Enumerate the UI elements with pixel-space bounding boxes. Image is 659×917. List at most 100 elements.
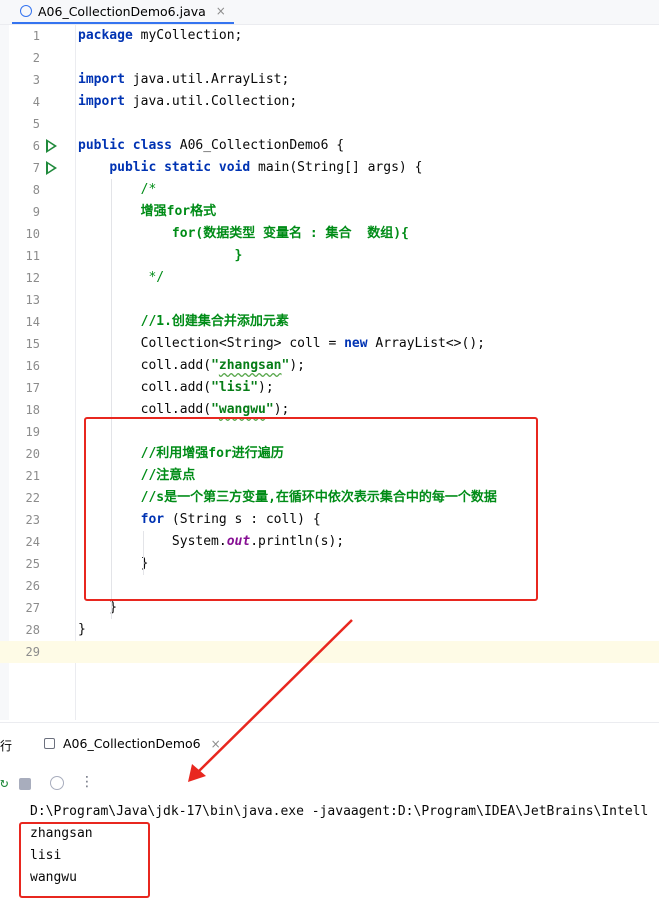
code-line[interactable]: 12 */ (0, 267, 659, 289)
code-line[interactable]: 3 import java.util.ArrayList; (0, 69, 659, 91)
line-number: 18 (25, 403, 40, 417)
editor-tab-bar: A06_CollectionDemo6.java × (0, 0, 659, 25)
code-line[interactable]: 6 public class A06_CollectionDemo6 { (0, 135, 659, 157)
code-line[interactable]: 1 package myCollection; (0, 25, 659, 47)
line-number: 3 (32, 73, 40, 87)
line-number: 25 (25, 557, 40, 571)
code-text: import java.util.Collection; (78, 91, 297, 113)
code-text: } (78, 619, 86, 641)
code-token: A06_CollectionDemo6 { (171, 138, 345, 153)
code-token: coll.add( (78, 358, 212, 373)
code-text: //1.创建集合并添加元素 (78, 311, 289, 333)
rerun-icon[interactable]: ↻ (0, 775, 8, 791)
line-number: 17 (25, 381, 40, 395)
line-number: 29 (25, 645, 40, 659)
code-line[interactable]: 11 } (0, 245, 659, 267)
code-text: coll.add("zhangsan"); (78, 355, 305, 377)
line-number: 1 (32, 29, 40, 43)
code-text: } (78, 245, 243, 267)
line-number: 11 (25, 249, 40, 263)
code-text: package myCollection; (78, 25, 242, 47)
code-token: import (78, 94, 125, 109)
code-token: //1.创建集合并添加元素 (140, 314, 289, 329)
line-number: 24 (25, 535, 40, 549)
line-number: 22 (25, 491, 40, 505)
code-line[interactable]: 8 /* (0, 179, 659, 201)
code-token: " (211, 358, 219, 373)
code-token: ); (289, 358, 305, 373)
code-token: 增强for格式 (140, 204, 217, 219)
line-number: 19 (25, 425, 40, 439)
code-line[interactable]: 29 (0, 641, 659, 663)
line-number: 12 (25, 271, 40, 285)
code-token: for(数据类型 变量名 : 集合 数组){ (171, 226, 409, 241)
code-line[interactable]: 28} (0, 619, 659, 641)
code-token: main(String[] args) { (250, 160, 423, 175)
close-icon[interactable]: × (211, 737, 221, 751)
code-token: ); (273, 402, 290, 417)
console-line: D:\Program\Java\jdk-17\bin\java.exe -jav… (30, 804, 649, 819)
run-panel-title: 运行 (0, 739, 13, 753)
run-gutter-icon[interactable] (46, 139, 57, 153)
highlight-box-code (84, 417, 538, 601)
code-text: Collection<String> coll = new ArrayList<… (78, 333, 485, 355)
code-token: } (234, 248, 243, 263)
code-token: coll.add( (78, 380, 212, 395)
line-number: 21 (25, 469, 40, 483)
code-text: /* (78, 179, 157, 201)
line-number: 8 (32, 183, 40, 197)
code-token: zhangsan (218, 358, 282, 373)
close-icon[interactable]: × (216, 4, 226, 18)
code-token: public class (78, 138, 172, 153)
run-config-tab-title: A06_CollectionDemo6 (63, 736, 201, 751)
run-gutter-icon[interactable] (46, 161, 57, 175)
code-line[interactable]: 9 增强for格式 (0, 201, 659, 223)
line-number: 15 (25, 337, 40, 351)
code-token: "lisi" (211, 380, 259, 395)
line-number: 6 (32, 139, 40, 153)
profiler-icon[interactable] (50, 776, 64, 790)
code-line[interactable]: 2 (0, 47, 659, 69)
code-token: import (78, 72, 125, 87)
stop-icon[interactable] (19, 778, 31, 790)
line-number: 7 (32, 161, 40, 175)
code-token: */ (148, 270, 165, 285)
more-options-icon[interactable]: ⋮ (80, 774, 94, 790)
run-config-tab[interactable]: A06_CollectionDemo6 × (44, 736, 221, 751)
code-text: public class A06_CollectionDemo6 { (78, 135, 344, 157)
code-editor[interactable]: 1 package myCollection; 2 3 import java.util… (0, 25, 659, 720)
code-token: package (78, 28, 133, 43)
line-number: 23 (25, 513, 40, 527)
run-toolbar: ↻ ⋮ (0, 771, 659, 797)
editor-tab-active[interactable]: A06_CollectionDemo6.java × (12, 0, 234, 24)
code-token: /* (140, 182, 157, 197)
code-text: coll.add("lisi"); (78, 377, 274, 399)
code-text: for(数据类型 变量名 : 集合 数组){ (78, 223, 409, 245)
code-line[interactable]: 17 coll.add("lisi"); (0, 377, 659, 399)
code-line[interactable]: 14 //1.创建集合并添加元素 (0, 311, 659, 333)
line-number: 9 (32, 205, 40, 219)
java-class-icon (20, 5, 32, 17)
line-number: 27 (25, 601, 40, 615)
code-line[interactable]: 13 (0, 289, 659, 311)
code-line[interactable]: 15 Collection<String> coll = new ArrayLi… (0, 333, 659, 355)
code-line[interactable]: 4 import java.util.Collection; (0, 91, 659, 113)
code-token: myCollection; (132, 28, 243, 43)
code-line[interactable]: 7 public static void main(String[] args)… (0, 157, 659, 179)
line-number: 14 (25, 315, 40, 329)
run-config-icon (44, 738, 55, 749)
code-token: " (211, 402, 219, 417)
code-text: 增强for格式 (78, 201, 216, 223)
line-number: 26 (25, 579, 40, 593)
code-line[interactable]: 16 coll.add("zhangsan"); (0, 355, 659, 377)
editor-tab-title: A06_CollectionDemo6.java (38, 3, 206, 19)
code-line[interactable]: 5 (0, 113, 659, 135)
code-text: */ (78, 267, 164, 289)
code-text: import java.util.ArrayList; (78, 69, 289, 91)
code-line[interactable]: 10 for(数据类型 变量名 : 集合 数组){ (0, 223, 659, 245)
